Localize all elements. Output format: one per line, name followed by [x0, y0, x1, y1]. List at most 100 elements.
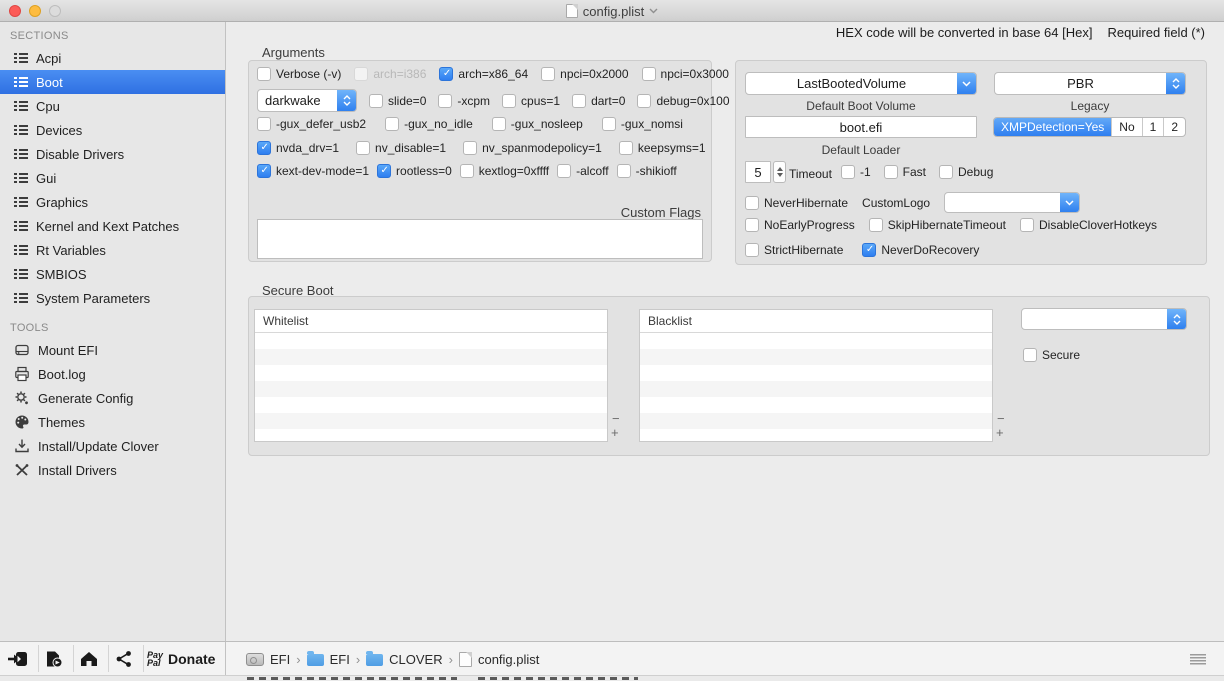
breadcrumb-item-config-plist[interactable]: config.plist: [478, 652, 539, 667]
custom-flags-input[interactable]: [257, 219, 703, 259]
checkbox-nv-disable-1[interactable]: nv_disable=1: [356, 141, 446, 155]
sidebar-tool-bootlog[interactable]: Boot.log: [0, 362, 225, 386]
checkbox-box: [883, 165, 898, 179]
paypal-donate-button[interactable]: Pay Pal Donate: [147, 642, 215, 676]
sidebar-tool-generate-config[interactable]: Generate Config: [0, 386, 225, 410]
checkbox-kext-dev-mode-1[interactable]: kext-dev-mode=1: [257, 164, 369, 178]
checkbox-cpus-1[interactable]: cpus=1: [502, 93, 560, 108]
darkwake-popup[interactable]: darkwake: [257, 89, 357, 112]
checkbox-dart-0[interactable]: dart=0: [572, 93, 625, 108]
segment-xmpdetection-yes[interactable]: XMPDetection=Yes: [994, 118, 1113, 136]
secure-boot-policy-popup[interactable]: [1021, 308, 1187, 330]
checkbox-keepsyms-1[interactable]: keepsyms=1: [618, 141, 706, 155]
checkbox-debug-0x100[interactable]: debug=0x100: [637, 93, 730, 108]
checkbox-nv-spanmodepolicy-1[interactable]: nv_spanmodepolicy=1: [463, 141, 602, 155]
breadcrumb: EFI › EFI › CLOVER › config.plist: [246, 642, 539, 676]
checkbox-nvda-drv-1[interactable]: nvda_drv=1: [257, 141, 339, 155]
blacklist-table[interactable]: Blacklist: [639, 309, 993, 442]
share-button[interactable]: [109, 642, 139, 676]
sidebar: SECTIONS Acpi Boot Cpu Devices Disable D…: [0, 22, 226, 641]
checkbox-neverdorecovery[interactable]: NeverDoRecovery: [862, 243, 979, 257]
checkbox-kextlog-0xffff[interactable]: kextlog=0xffff: [459, 164, 549, 178]
checkbox-arch-x86-64[interactable]: arch=x86_64: [439, 67, 528, 81]
checkbox-stricthibernate[interactable]: StrictHibernate: [745, 243, 843, 257]
checkbox-shikioff[interactable]: -shikioff: [616, 164, 677, 178]
sidebar-tool-label: Boot.log: [38, 366, 86, 382]
timeout-stepper[interactable]: [773, 161, 786, 183]
file-icon: [458, 651, 472, 667]
default-boot-volume-combo[interactable]: LastBootedVolume: [745, 72, 977, 95]
checkbox-minus-1[interactable]: -1: [841, 165, 871, 179]
checkbox-npci-0x3000[interactable]: npci=0x3000: [641, 67, 729, 81]
home-button[interactable]: [74, 642, 104, 676]
sidebar-tool-themes[interactable]: Themes: [0, 410, 225, 434]
checkbox-noearlyprogress[interactable]: NoEarlyProgress: [745, 218, 855, 232]
popup-stepper-icon: [1166, 73, 1185, 94]
sidebar-item-gui[interactable]: Gui: [0, 166, 225, 190]
checkbox-fast[interactable]: Fast: [883, 165, 926, 179]
breadcrumb-item-clover-folder[interactable]: CLOVER: [389, 652, 442, 667]
checkbox-label: nv_spanmodepolicy=1: [482, 141, 602, 155]
list-icon: [14, 53, 28, 63]
whitelist-table[interactable]: Whitelist: [254, 309, 608, 442]
sidebar-item-acpi[interactable]: Acpi: [0, 46, 225, 70]
clipped-content-strip: [0, 675, 1224, 681]
breadcrumb-item-efi-disk[interactable]: EFI: [270, 652, 290, 667]
whitelist-add-button[interactable]: +: [611, 426, 619, 439]
sidebar-tool-install-drivers[interactable]: Install Drivers: [0, 458, 225, 482]
checkbox-alcoff[interactable]: -alcoff: [557, 164, 609, 178]
sidebar-item-rt-variables[interactable]: Rt Variables: [0, 238, 225, 262]
checkbox-slide-0[interactable]: slide=0: [369, 93, 426, 108]
sidebar-item-kernel-kext-patches[interactable]: Kernel and Kext Patches: [0, 214, 225, 238]
checkbox-gux-no-idle[interactable]: -gux_no_idle: [385, 117, 473, 131]
sidebar-item-cpu[interactable]: Cpu: [0, 94, 225, 118]
checkbox-debug[interactable]: Debug: [939, 165, 993, 179]
sidebar-item-devices[interactable]: Devices: [0, 118, 225, 142]
blacklist-add-button[interactable]: +: [996, 426, 1004, 439]
segment-1[interactable]: 1: [1143, 118, 1165, 136]
checkbox-disablecloverhotkeys[interactable]: DisableCloverHotkeys: [1019, 218, 1158, 232]
checkbox-rootless-0[interactable]: rootless=0: [377, 164, 452, 178]
legacy-label: Legacy: [1070, 99, 1110, 113]
custom-logo-label: CustomLogo: [862, 195, 931, 210]
whitelist-remove-button[interactable]: −: [612, 412, 620, 425]
sidebar-item-graphics[interactable]: Graphics: [0, 190, 225, 214]
checkbox-box: [377, 164, 392, 178]
checkbox-label: debug=0x100: [656, 93, 730, 108]
arguments-row-1: Verbose (-v) arch=i386 arch=x86_64 npci=…: [257, 67, 729, 81]
legacy-popup[interactable]: PBR: [994, 72, 1186, 95]
blacklist-body[interactable]: [640, 333, 992, 441]
sidebar-item-system-parameters[interactable]: System Parameters: [0, 286, 225, 310]
sidebar-tool-mount-efi[interactable]: Mount EFI: [0, 338, 225, 362]
sidebar-item-smbios[interactable]: SMBIOS: [0, 262, 225, 286]
checkbox-npci-0x2000[interactable]: npci=0x2000: [541, 67, 629, 81]
blacklist-remove-button[interactable]: −: [997, 412, 1005, 425]
checkbox-arch-i386: arch=i386: [354, 67, 426, 81]
sidebar-item-disable-drivers[interactable]: Disable Drivers: [0, 142, 225, 166]
default-loader-input[interactable]: [745, 116, 977, 138]
checkbox-gux-nosleep[interactable]: -gux_nosleep: [491, 117, 583, 131]
breadcrumb-item-efi-folder[interactable]: EFI: [330, 652, 350, 667]
arguments-row-3: -gux_defer_usb2 -gux_no_idle -gux_noslee…: [257, 117, 683, 131]
whitelist-body[interactable]: [255, 333, 607, 441]
list-view-icon[interactable]: [1190, 654, 1206, 665]
segment-no[interactable]: No: [1112, 118, 1143, 136]
import-config-button[interactable]: [3, 642, 33, 676]
sidebar-tool-install-update-clover[interactable]: Install/Update Clover: [0, 434, 225, 458]
checkbox-box: [868, 218, 883, 232]
checkbox-gux-nomsi[interactable]: -gux_nomsi: [601, 117, 683, 131]
checkbox-secure[interactable]: Secure: [1023, 348, 1080, 362]
window-title-group[interactable]: config.plist: [0, 0, 1224, 22]
checkbox-gux-defer-usb2[interactable]: -gux_defer_usb2: [257, 117, 366, 131]
timeout-input[interactable]: [745, 161, 771, 183]
checkbox-verbose[interactable]: Verbose (-v): [257, 67, 341, 81]
checkbox-neverhibernate[interactable]: NeverHibernate: [745, 195, 848, 210]
sidebar-item-boot[interactable]: Boot: [0, 70, 225, 94]
checkbox-xcpm[interactable]: -xcpm: [438, 93, 490, 108]
checkbox-skiphibernatetimeout[interactable]: SkipHibernateTimeout: [868, 218, 1006, 232]
custom-logo-combo[interactable]: [944, 192, 1081, 213]
segment-2[interactable]: 2: [1164, 118, 1185, 136]
xmp-detection-segmented: XMPDetection=Yes No 1 2: [993, 117, 1187, 137]
checkbox-label: DisableCloverHotkeys: [1038, 218, 1158, 232]
export-config-button[interactable]: [39, 642, 69, 676]
